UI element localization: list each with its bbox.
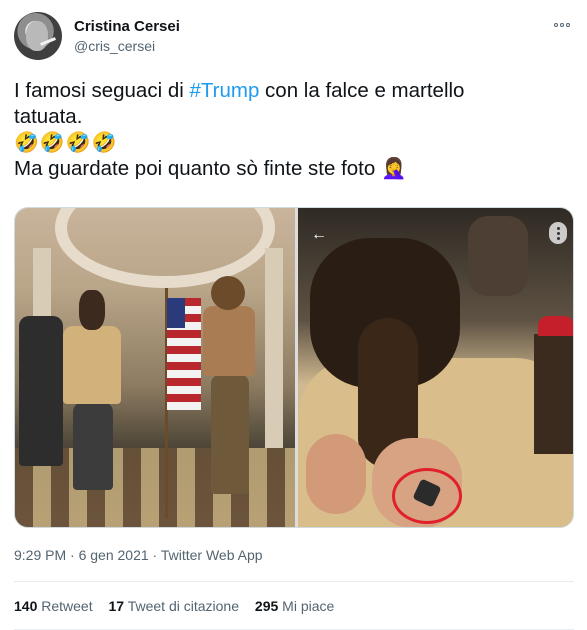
arch-decor	[55, 208, 275, 288]
hashtag-link[interactable]: #Trump	[189, 79, 259, 102]
tweet-line-1: I famosi seguaci di #Trump con la falce …	[14, 78, 574, 104]
tweet-emoji-line: 🤣🤣🤣🤣	[14, 132, 118, 154]
tweet-line-4: Ma guardate poi quanto sò finte ste foto…	[14, 157, 407, 180]
person-figure	[19, 316, 63, 466]
likes-stat[interactable]: 295 Mi piace	[255, 598, 334, 614]
avatar-face	[26, 21, 48, 51]
person-figure	[211, 276, 245, 310]
photo-left[interactable]	[15, 208, 295, 527]
person-figure	[211, 374, 249, 494]
tweet-line-2: tatuata.	[14, 105, 83, 128]
media-options-icon[interactable]	[549, 222, 567, 244]
person-figure	[73, 402, 113, 490]
tweet-card: Cristina Cersei @cris_cersei I famosi se…	[0, 0, 587, 630]
photo-right[interactable]: ←	[298, 208, 573, 527]
tweet-meta[interactable]: 9:29 PM · 6 gen 2021 · Twitter Web App	[14, 547, 263, 563]
likes-label: Mi piace	[282, 598, 335, 614]
hand-decor	[306, 434, 366, 514]
us-flag	[167, 298, 201, 410]
red-cap	[538, 316, 573, 336]
divider	[14, 581, 574, 582]
person-figure	[63, 326, 121, 404]
tweet-text: I famosi seguaci di #Trump con la falce …	[14, 78, 574, 182]
more-options-icon[interactable]	[550, 18, 574, 32]
tweet-header: Cristina Cersei @cris_cersei	[14, 12, 574, 62]
person-figure	[203, 306, 255, 376]
avatar[interactable]	[14, 12, 62, 60]
tweet-text-segment: con la falce e martello	[259, 79, 465, 102]
quotes-label: Tweet di citazione	[127, 598, 240, 614]
media-grid: ←	[14, 207, 574, 528]
tweet-stats: 140 Retweet 17 Tweet di citazione 295 Mi…	[14, 598, 346, 614]
person-figure	[534, 334, 573, 454]
retweets-count: 140	[14, 598, 38, 614]
author-name[interactable]: Cristina Cersei	[74, 18, 180, 35]
pillar-decor	[265, 248, 283, 448]
person-figure	[79, 290, 105, 330]
author-handle[interactable]: @cris_cersei	[74, 38, 155, 54]
quotes-stat[interactable]: 17 Tweet di citazione	[109, 598, 240, 614]
back-arrow-icon[interactable]: ←	[308, 224, 330, 246]
highlight-circle	[392, 468, 462, 524]
quotes-count: 17	[108, 598, 125, 614]
tweet-text-segment: I famosi seguaci di	[14, 79, 190, 102]
likes-count: 295	[254, 598, 279, 614]
retweets-stat[interactable]: 140 Retweet	[14, 598, 93, 614]
retweets-label: Retweet	[41, 598, 93, 614]
portrait-decor	[468, 216, 528, 296]
